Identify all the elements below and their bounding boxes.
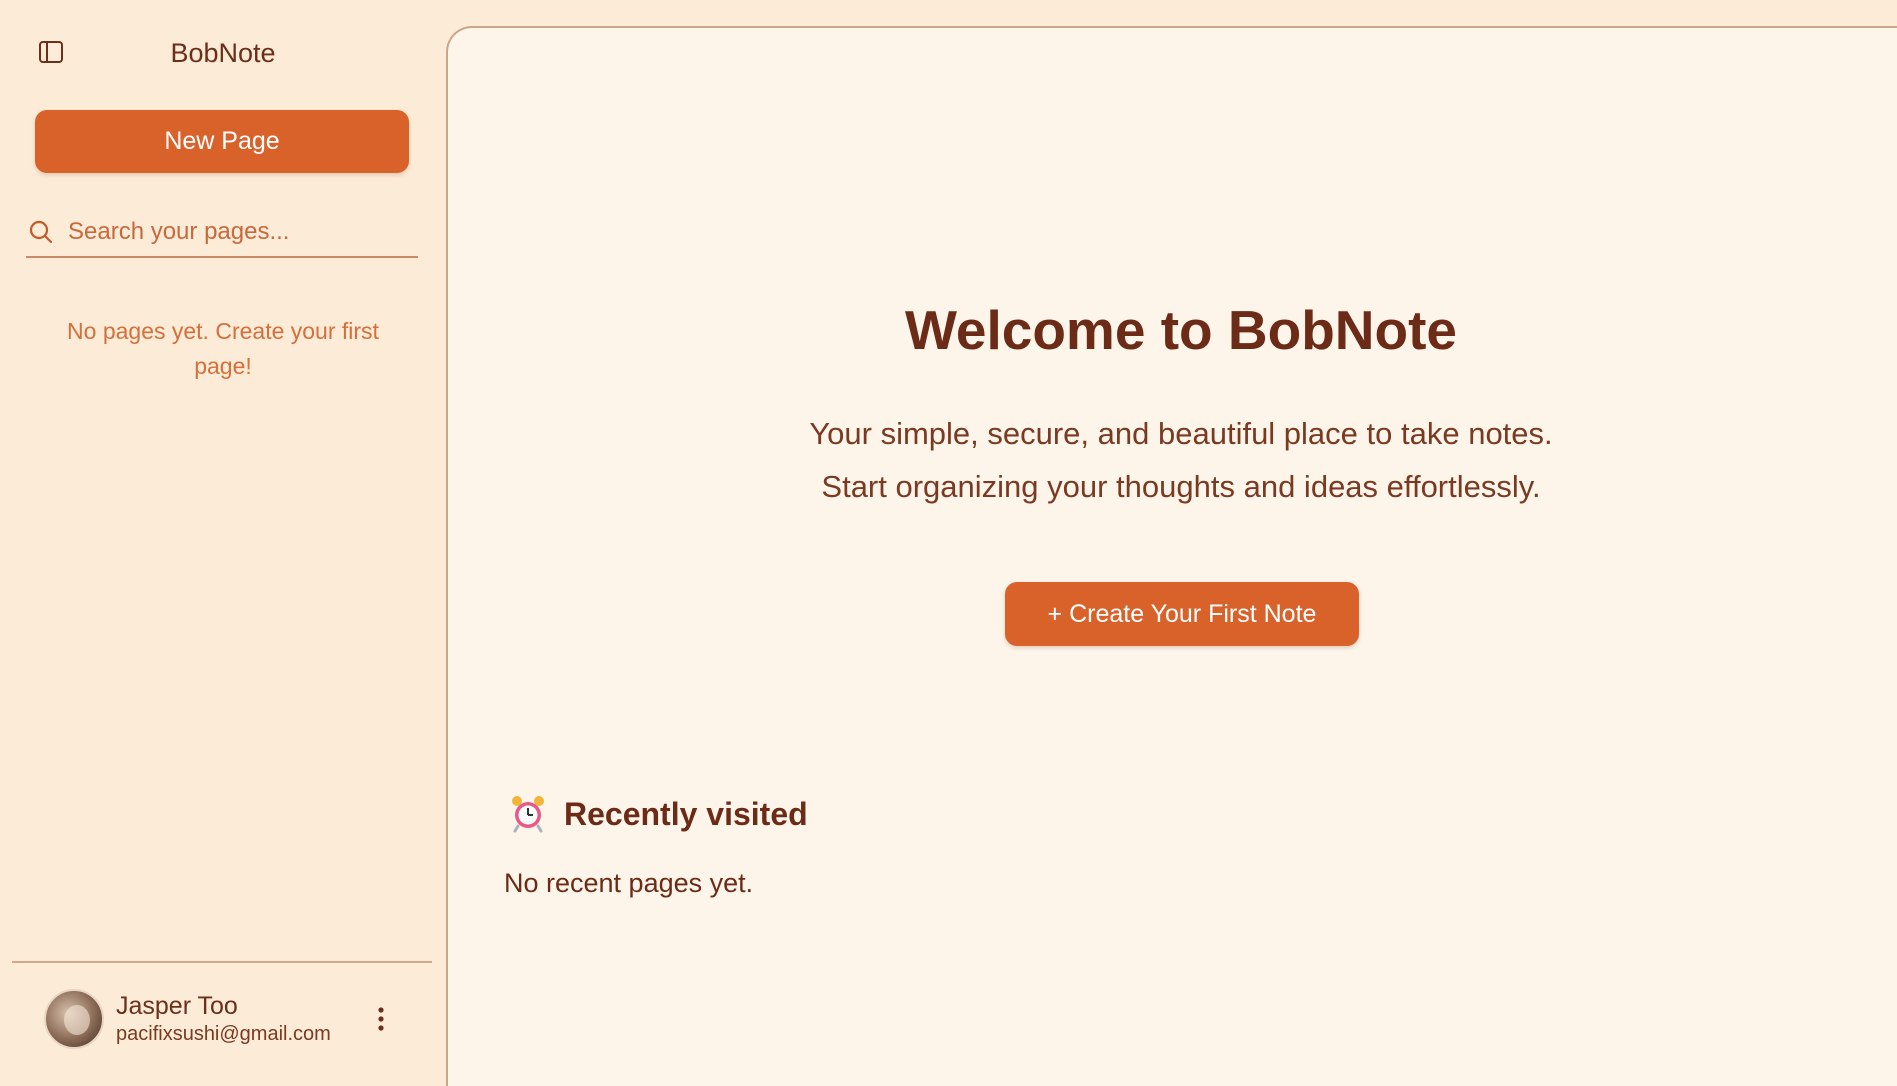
alarm-clock-icon	[510, 794, 546, 834]
search-icon	[28, 218, 56, 246]
recently-visited-title: Recently visited	[564, 795, 808, 832]
welcome-subtitle-line2: Start organizing your thoughts and ideas…	[821, 469, 1541, 504]
user-profile[interactable]: Jasper Too pacifixsushi@gmail.com	[44, 988, 404, 1050]
new-page-button[interactable]: New Page	[35, 110, 409, 173]
more-vertical-icon[interactable]	[366, 1004, 396, 1034]
sidebar: BobNote New Page No pages yet. Create yo…	[0, 0, 446, 1086]
create-first-note-button[interactable]: + Create Your First Note	[1005, 582, 1359, 646]
welcome-title: Welcome to BobNote	[904, 299, 1458, 361]
welcome-subtitle-line1: Your simple, secure, and beautiful place…	[809, 416, 1553, 451]
user-name: Jasper Too	[116, 992, 238, 1020]
main-content: Welcome to BobNote Your simple, secure, …	[446, 26, 1897, 1086]
recent-empty-message: No recent pages yet.	[504, 868, 754, 898]
sidebar-divider	[12, 961, 432, 963]
search-input[interactable]	[68, 218, 408, 246]
app-title: BobNote	[170, 38, 276, 68]
recently-visited-header: Recently visited	[510, 792, 808, 836]
avatar	[44, 989, 104, 1049]
user-email: pacifixsushi@gmail.com	[116, 1023, 331, 1045]
empty-pages-message: No pages yet. Create your first page!	[67, 318, 379, 379]
search-bar	[26, 208, 418, 258]
